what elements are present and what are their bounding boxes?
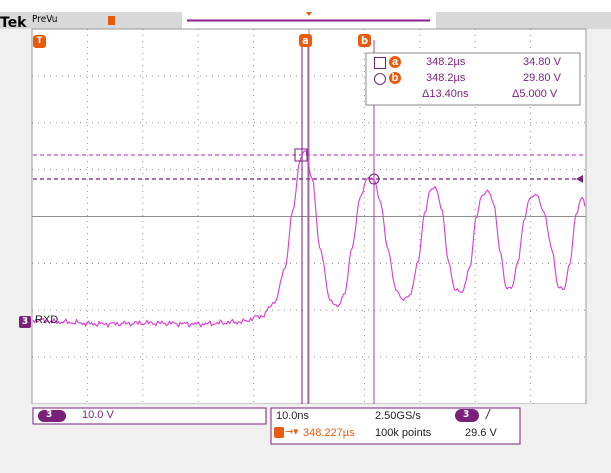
brand-logo: Tek [0, 12, 27, 31]
delta-time: Δ13.40ns [422, 88, 469, 100]
oscilloscope-screen [0, 12, 611, 473]
cursor-a-badge: a [389, 56, 401, 68]
graticule-right-strip [586, 29, 611, 404]
square-cursor-icon [374, 57, 386, 69]
channel-scale: 10.0 V [82, 409, 114, 421]
trigger-position: 348.227µs [303, 427, 355, 439]
channel-scale-box[interactable] [32, 407, 267, 425]
cursor-b-time: 348.2µs [426, 72, 466, 84]
graticule-left-strip [0, 29, 32, 404]
cursor-b-badge: b [389, 72, 401, 84]
channel-label: RXD [35, 314, 59, 326]
trigger-marker-icon: T [33, 35, 46, 48]
delta-voltage: Δ5.000 V [512, 88, 558, 100]
trigger-position-icon [108, 16, 115, 25]
circle-cursor-icon [374, 73, 386, 85]
cursor-b-marker[interactable]: b [358, 34, 371, 47]
trigger-slope-icon: / [486, 407, 490, 421]
readout-delta-row: Δ13.40ns Δ5.000 V [374, 88, 574, 102]
horizontal-scale: 10.0ns [276, 410, 310, 422]
channel-3-ground-marker[interactable]: 3 [19, 316, 31, 328]
trigger-level: 29.6 V [465, 427, 497, 439]
cursor-a-time: 348.2µs [426, 56, 466, 68]
trigger-position-badge [274, 427, 284, 438]
acquisition-mode: PreVu [32, 14, 58, 25]
readout-row-a: a 348.2µs 34.80 V [374, 56, 574, 70]
trigger-delay-arrow: →▾ [285, 425, 299, 438]
trigger-source: 3 [463, 409, 470, 420]
readout-row-b: b 348.2µs 29.80 V [374, 72, 574, 86]
cursor-a-voltage: 34.80 V [523, 56, 561, 68]
cursor-b-voltage: 29.80 V [523, 72, 561, 84]
brand-name: Tek [0, 15, 27, 31]
record-length: 100k points [375, 427, 432, 439]
cursor-a-marker[interactable]: a [299, 34, 312, 47]
sample-rate: 2.50GS/s [375, 410, 421, 422]
channel-number: 3 [46, 409, 53, 420]
